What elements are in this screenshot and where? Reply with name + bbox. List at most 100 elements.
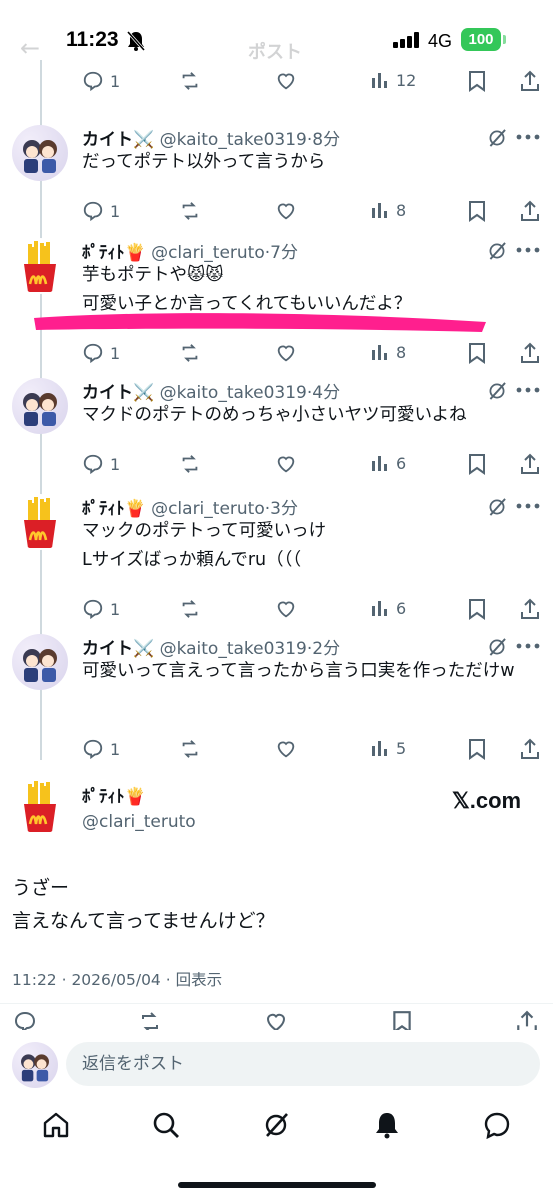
my-avatar[interactable] bbox=[12, 1042, 58, 1088]
reply-count: 1 bbox=[110, 201, 121, 221]
author-name[interactable]: カイト⚔️ bbox=[82, 639, 154, 659]
like-action[interactable] bbox=[274, 200, 298, 222]
author-name[interactable]: カイト⚔️ bbox=[82, 130, 154, 150]
like-action[interactable] bbox=[274, 342, 298, 364]
reply-action[interactable]: 1 bbox=[82, 453, 120, 475]
repost-action[interactable] bbox=[178, 598, 202, 620]
reply-icon bbox=[83, 71, 103, 92]
bookmark-icon bbox=[469, 201, 485, 222]
home-indicator bbox=[178, 1182, 376, 1188]
bookmark-icon bbox=[469, 599, 485, 620]
author-handle[interactable]: @kaito_take0319 bbox=[160, 639, 307, 659]
more-icon[interactable] bbox=[516, 246, 540, 254]
more-icon[interactable] bbox=[516, 642, 540, 650]
avatar[interactable] bbox=[12, 778, 68, 834]
repost-action[interactable] bbox=[178, 453, 202, 475]
avatar[interactable] bbox=[12, 634, 68, 690]
tweet-time: 3分 bbox=[270, 499, 298, 519]
repost-action[interactable] bbox=[178, 738, 202, 760]
reply-action[interactable]: 1 bbox=[82, 70, 120, 92]
author-name[interactable]: カイト⚔️ bbox=[82, 383, 154, 403]
reply-icon bbox=[83, 454, 103, 475]
views-action[interactable]: 5 bbox=[370, 738, 406, 758]
like-action[interactable] bbox=[274, 70, 298, 92]
views-action[interactable]: 6 bbox=[370, 453, 406, 473]
bookmark-action[interactable] bbox=[468, 70, 486, 92]
repost-action[interactable] bbox=[178, 200, 202, 222]
grok-icon[interactable] bbox=[486, 127, 508, 149]
tweet-actions: 1 8 bbox=[82, 200, 542, 226]
avatar[interactable] bbox=[12, 125, 68, 181]
bookmark-action[interactable] bbox=[468, 342, 486, 364]
more-icon[interactable] bbox=[516, 133, 540, 141]
repost-icon bbox=[182, 600, 198, 618]
reply-action[interactable]: 1 bbox=[82, 598, 120, 620]
grok-icon[interactable] bbox=[486, 240, 508, 262]
tweet-time: 2分 bbox=[312, 639, 341, 659]
anime-avatar-icon bbox=[21, 1054, 49, 1082]
bookmark-action[interactable] bbox=[468, 738, 486, 760]
avatar[interactable] bbox=[12, 238, 68, 294]
search-icon[interactable] bbox=[151, 1110, 181, 1140]
like-action[interactable] bbox=[274, 453, 298, 475]
share-action[interactable] bbox=[520, 453, 540, 475]
share-action[interactable] bbox=[520, 738, 540, 760]
views-action[interactable]: 8 bbox=[370, 200, 406, 220]
more-icon[interactable] bbox=[516, 502, 540, 510]
reply-action[interactable]: 1 bbox=[82, 200, 120, 222]
reply-action[interactable]: 1 bbox=[82, 738, 120, 760]
view-count: 8 bbox=[396, 200, 407, 220]
author-name[interactable]: ﾎﾟﾃｨﾄ🍟 bbox=[82, 499, 146, 519]
share-action[interactable] bbox=[520, 200, 540, 222]
notifications-icon[interactable] bbox=[372, 1110, 402, 1140]
home-icon[interactable] bbox=[41, 1110, 71, 1140]
grok-icon[interactable] bbox=[261, 1110, 291, 1140]
grok-icon[interactable] bbox=[486, 380, 508, 402]
main-tweet-meta: 11:22 · 2026/05/04 · 回表示 bbox=[12, 971, 223, 989]
repost-icon bbox=[182, 740, 198, 758]
author-handle[interactable]: @clari_teruto bbox=[151, 499, 265, 519]
avatar[interactable] bbox=[12, 494, 68, 550]
share-action[interactable] bbox=[520, 342, 540, 364]
repost-action[interactable] bbox=[178, 342, 202, 364]
share-action[interactable] bbox=[520, 70, 540, 92]
reply-action[interactable]: 1 bbox=[82, 342, 120, 364]
bookmark-action[interactable] bbox=[468, 598, 486, 620]
like-action[interactable] bbox=[274, 598, 298, 620]
more-icon[interactable] bbox=[516, 386, 540, 394]
grok-icon[interactable] bbox=[486, 636, 508, 658]
bookmark-action[interactable] bbox=[468, 453, 486, 475]
reply-input[interactable]: 返信をポスト bbox=[66, 1042, 540, 1086]
like-action[interactable] bbox=[274, 738, 298, 760]
share-icon bbox=[521, 200, 539, 221]
share-action[interactable] bbox=[520, 598, 540, 620]
grok-icon[interactable] bbox=[486, 496, 508, 518]
views-action[interactable]: 8 bbox=[370, 342, 406, 362]
fries-avatar-icon bbox=[24, 781, 56, 832]
author-handle[interactable]: @kaito_take0319 bbox=[160, 383, 307, 403]
views-icon bbox=[372, 456, 387, 471]
author-handle[interactable]: @clari_teruto bbox=[151, 243, 265, 263]
tweet-header: ﾎﾟﾃｨﾄ🍟 @clari_teruto·3分 bbox=[82, 494, 298, 519]
messages-icon[interactable] bbox=[482, 1110, 512, 1140]
view-count: 8 bbox=[396, 342, 407, 362]
views-action[interactable]: 12 bbox=[370, 70, 416, 90]
tweet-text: 可愛いって言えって言ったから言う口実を作っただけw bbox=[82, 661, 515, 681]
author-handle[interactable]: @kaito_take0319 bbox=[160, 130, 307, 150]
heart-icon bbox=[277, 203, 295, 220]
reply-icon bbox=[83, 201, 103, 222]
main-author-name[interactable]: ﾎﾟﾃｨﾄ🍟 bbox=[82, 782, 146, 807]
bookmark-action[interactable] bbox=[468, 200, 486, 222]
views-icon bbox=[372, 741, 387, 756]
main-author-handle[interactable]: @clari_teruto bbox=[82, 812, 196, 832]
tweet-time: 8分 bbox=[312, 130, 341, 150]
reply-count: 1 bbox=[110, 343, 121, 363]
back-button[interactable]: ← bbox=[20, 34, 40, 62]
tweet-actions: 1 12 bbox=[82, 70, 542, 96]
main-tweet-text: うざー 言えなんて言ってませんけど？ bbox=[12, 877, 275, 932]
repost-action[interactable] bbox=[178, 70, 202, 92]
views-action[interactable]: 6 bbox=[370, 598, 406, 618]
author-name[interactable]: ﾎﾟﾃｨﾄ🍟 bbox=[82, 243, 146, 263]
avatar[interactable] bbox=[12, 378, 68, 434]
tweet-actions: 1 5 bbox=[82, 738, 542, 764]
